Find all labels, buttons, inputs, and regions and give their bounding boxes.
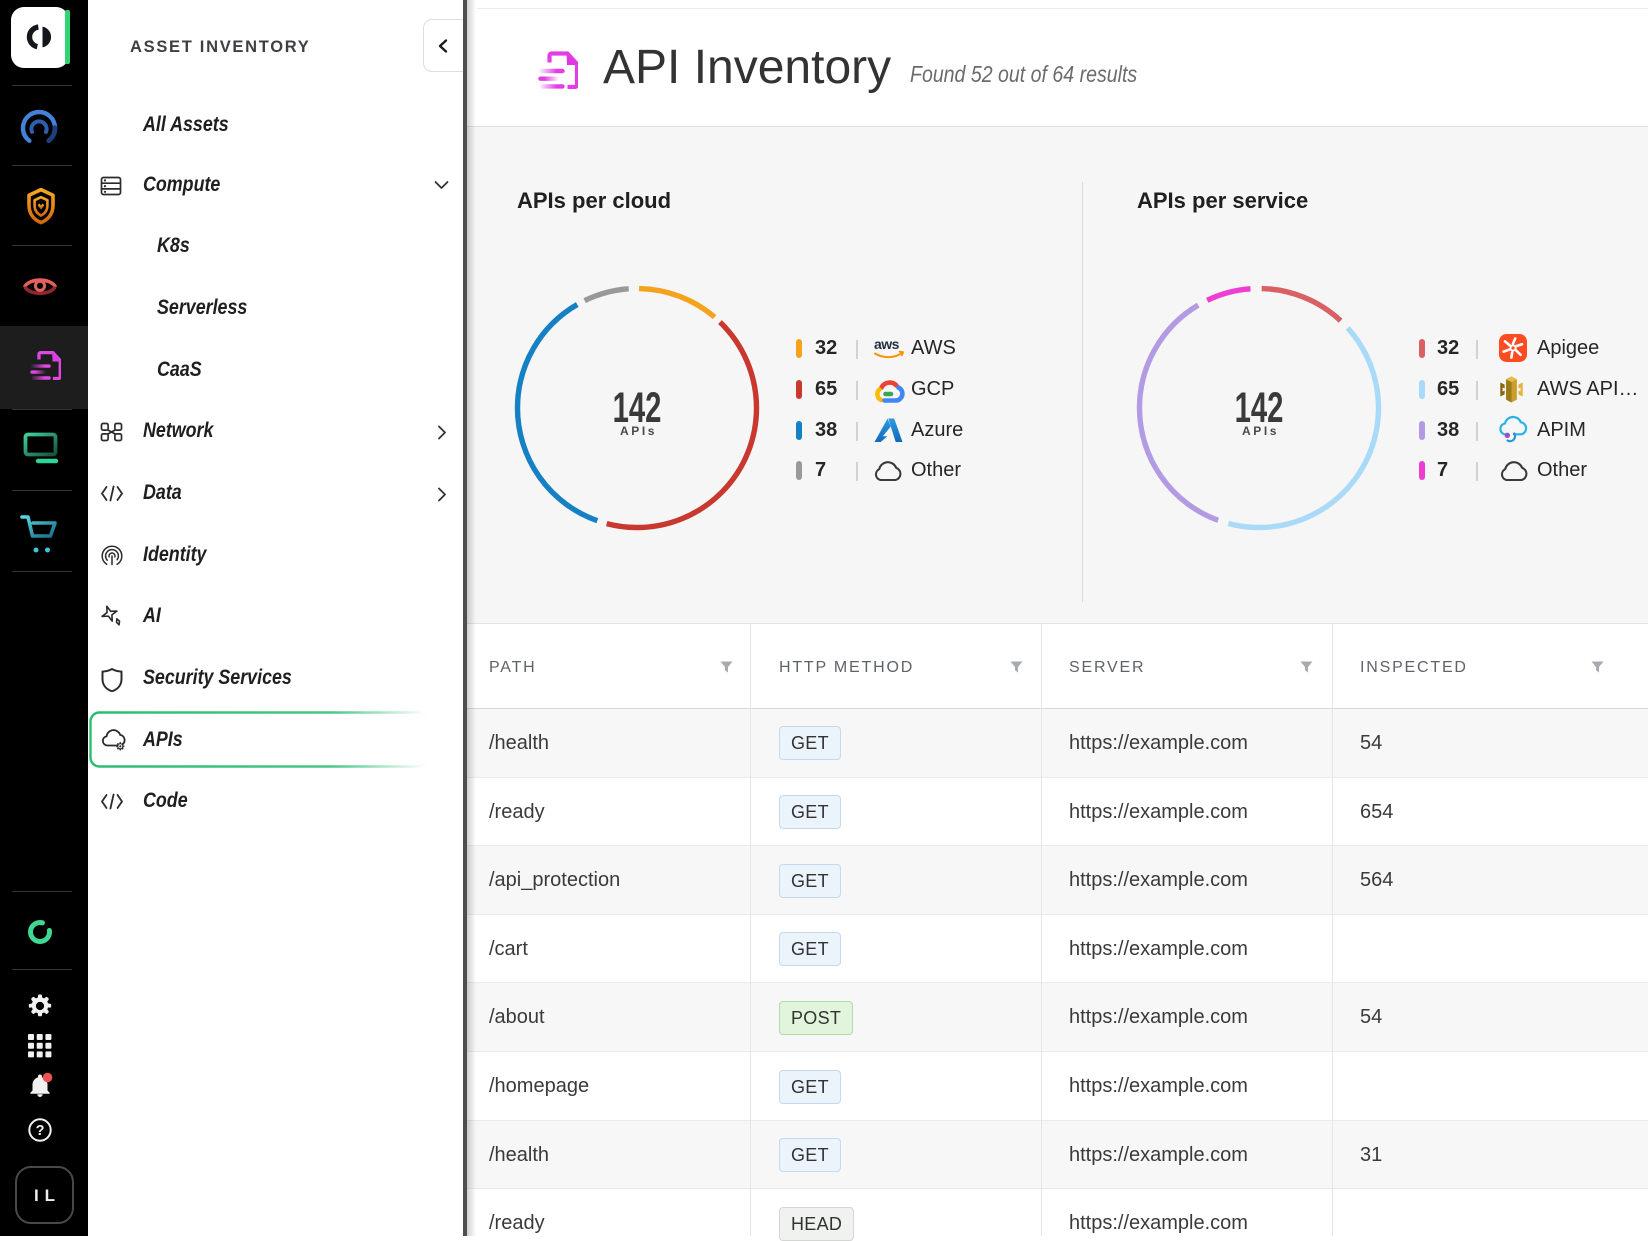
svg-text:?: ? xyxy=(36,1123,45,1139)
svg-text:aws: aws xyxy=(874,336,900,352)
